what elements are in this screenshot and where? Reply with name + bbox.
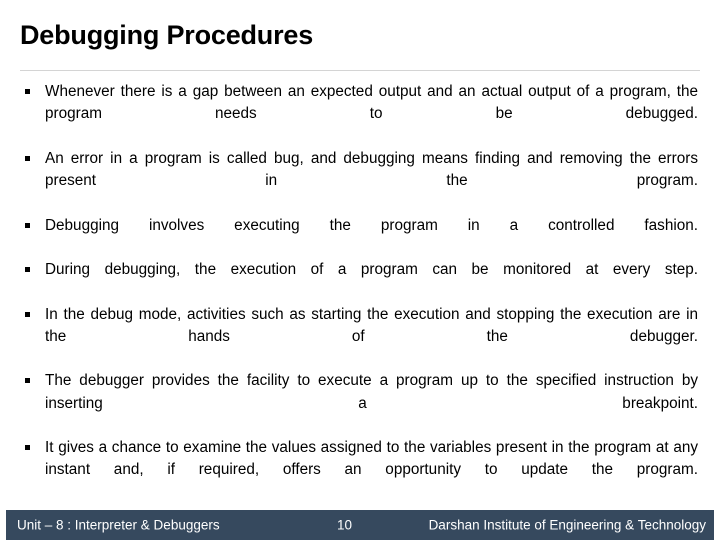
slide-footer: Unit – 8 : Interpreter & Debuggers 10 Da…	[6, 510, 714, 540]
list-item-text: During debugging, the execution of a pro…	[45, 261, 698, 278]
list-item: The debugger provides the facility to ex…	[20, 370, 698, 437]
list-item-text: In the debug mode, activities such as st…	[45, 305, 698, 345]
footer-content: Unit – 8 : Interpreter & Debuggers 10 Da…	[6, 510, 714, 540]
list-item-text: The debugger provides the facility to ex…	[45, 372, 698, 412]
title-divider	[20, 70, 700, 71]
list-item: It gives a chance to examine the values …	[20, 437, 698, 504]
list-item-text: It gives a chance to examine the values …	[45, 439, 698, 479]
list-item: In the debug mode, activities such as st…	[20, 304, 698, 371]
footer-organization-label: Darshan Institute of Engineering & Techn…	[428, 517, 706, 533]
list-item: An error in a program is called bug, and…	[20, 148, 698, 215]
square-bullet-icon	[25, 215, 37, 237]
square-bullet-icon	[25, 370, 37, 392]
list-item-text: Debugging involves executing the program…	[45, 216, 698, 234]
slide: Debugging Procedures Whenever there is a…	[0, 0, 720, 540]
list-item: During debugging, the execution of a pro…	[20, 259, 698, 304]
footer-page-number: 10	[337, 517, 353, 533]
square-bullet-icon	[25, 304, 37, 326]
list-item: Debugging involves executing the program…	[20, 215, 698, 260]
list-item: Whenever there is a gap between an expec…	[20, 81, 698, 148]
square-bullet-icon	[25, 81, 37, 103]
list-item-text: An error in a program is called bug, and…	[45, 149, 698, 189]
square-bullet-icon	[25, 148, 37, 170]
slide-content: Whenever there is a gap between an expec…	[20, 81, 698, 504]
square-bullet-icon	[25, 259, 37, 281]
footer-unit-label: Unit – 8 : Interpreter & Debuggers	[17, 517, 220, 533]
page-title: Debugging Procedures	[20, 20, 314, 50]
list-item-text: Whenever there is a gap between an expec…	[45, 83, 698, 123]
bullet-list: Whenever there is a gap between an expec…	[20, 81, 698, 504]
square-bullet-icon	[25, 437, 37, 459]
